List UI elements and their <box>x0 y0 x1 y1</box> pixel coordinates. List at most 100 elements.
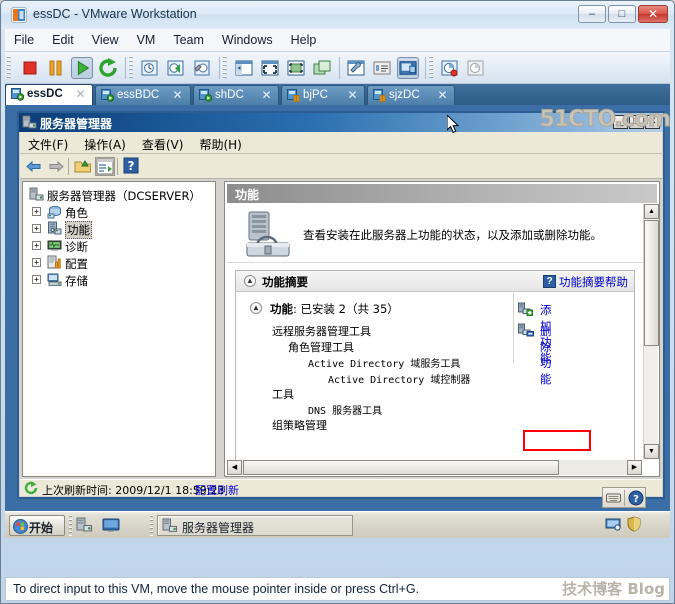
menu-windows[interactable]: Windows <box>213 29 282 50</box>
scroll-up-arrow[interactable]: ▲ <box>644 204 659 219</box>
toolbar-separator <box>219 57 220 79</box>
team-disconnect-icon[interactable] <box>465 57 487 79</box>
security-shield-icon[interactable] <box>626 516 642 535</box>
vm-running-icon <box>101 89 115 102</box>
snapshot-take-icon[interactable] <box>139 57 161 79</box>
help-question-icon[interactable]: ? <box>543 275 556 288</box>
vmware-close-button[interactable]: ✕ <box>638 5 668 23</box>
vm-tab-close-icon[interactable]: ✕ <box>436 88 449 103</box>
vm-tab-label: bjPC <box>303 89 328 101</box>
features-summary-header[interactable]: ▲ 功能摘要 ? 功能摘要帮助 <box>236 271 634 292</box>
show-desktop-icon[interactable] <box>102 516 120 534</box>
network-icon[interactable] <box>605 516 622 535</box>
snapshot-manager-icon[interactable] <box>191 57 213 79</box>
show-sidebar-icon[interactable] <box>233 57 255 79</box>
vmware-toolbar <box>5 52 670 84</box>
vm-tab-close-icon[interactable]: ✕ <box>171 88 184 103</box>
vm-console-icon[interactable] <box>397 57 419 79</box>
vm-tab-sjzdc[interactable]: sjzDC ✕ <box>367 85 455 105</box>
toolbar-separator <box>68 158 69 175</box>
fullscreen-icon[interactable] <box>259 57 281 79</box>
chevron-up-icon[interactable]: ▲ <box>244 275 256 287</box>
unity-icon[interactable] <box>311 57 333 79</box>
quick-switch-icon[interactable] <box>285 57 307 79</box>
toolbar-grip[interactable] <box>129 56 133 80</box>
features-summary-help-link[interactable]: 功能摘要帮助 <box>559 274 628 290</box>
scroll-left-arrow[interactable]: ◀ <box>227 460 242 475</box>
help-blue-icon[interactable]: ? <box>628 490 644 509</box>
scroll-right-arrow[interactable]: ▶ <box>627 460 642 475</box>
suspend-icon[interactable] <box>45 57 67 79</box>
toolbar-grip[interactable] <box>7 56 11 80</box>
menu-view[interactable]: View <box>83 29 128 50</box>
menu-help[interactable]: Help <box>282 29 326 50</box>
tree-expander-roles[interactable]: + <box>32 207 41 216</box>
power-on-icon[interactable] <box>71 57 93 79</box>
show-hide-console-tree-icon[interactable] <box>95 157 115 176</box>
menu-vm[interactable]: VM <box>128 29 165 50</box>
tree-expander-storage[interactable]: + <box>32 275 41 284</box>
menu-file[interactable]: File <box>5 29 43 50</box>
up-folder-icon[interactable] <box>73 157 93 176</box>
vm-tab-essdc[interactable]: essDC ✕ <box>5 84 93 105</box>
server-manager-quicklaunch-icon[interactable] <box>75 516 93 534</box>
add-feature-icon <box>518 302 535 317</box>
snapshot-revert-icon[interactable] <box>165 57 187 79</box>
vm-settings-icon[interactable] <box>345 57 367 79</box>
server-manager-icon <box>22 115 37 130</box>
toolbar-grip[interactable] <box>223 56 227 80</box>
storage-icon <box>47 272 62 287</box>
scrollbar-thumb[interactable] <box>644 220 659 346</box>
vm-tab-close-icon[interactable]: ✕ <box>346 88 359 103</box>
forward-arrow-icon[interactable] <box>46 157 66 176</box>
svg-text:?: ? <box>633 494 639 505</box>
mmc-menu-file[interactable]: 文件(F) <box>20 132 76 156</box>
scroll-down-arrow[interactable]: ▼ <box>644 444 659 459</box>
menu-team[interactable]: Team <box>164 29 213 50</box>
detail-vertical-scrollbar[interactable]: ▲ ▼ <box>643 204 659 459</box>
start-button[interactable]: 开始 <box>9 515 65 536</box>
vm-tab-essbdc[interactable]: essBDC ✕ <box>95 85 191 105</box>
mmc-menu-action[interactable]: 操作(A) <box>76 132 134 156</box>
tool-separator <box>624 490 625 506</box>
detail-pane-header: 功能 <box>227 184 657 203</box>
console-tree-pane[interactable]: 服务器管理器（DCSERVER） + 角色 + 功能 + 诊断 + 配置 + 存… <box>22 181 216 477</box>
tree-expander-features[interactable]: + <box>32 224 41 233</box>
windows-desktop[interactable]: 服务器管理器 _ □ ✕ 文件(F) 操作(A) 查看(V) 帮助(H) ? 服… <box>5 105 670 538</box>
toolbar-grip[interactable] <box>429 56 433 80</box>
vm-tab-close-icon[interactable]: ✕ <box>74 87 87 102</box>
help-icon[interactable]: ? <box>122 157 142 176</box>
vmware-window-title: essDC - VMware Workstation <box>33 7 197 21</box>
mmc-menu-view[interactable]: 查看(V) <box>134 132 192 156</box>
vm-tab-close-icon[interactable]: ✕ <box>260 88 273 103</box>
configure-refresh-link[interactable]: 配置刷新 <box>195 482 239 498</box>
vm-guest-screen[interactable]: 服务器管理器 _ □ ✕ 文件(F) 操作(A) 查看(V) 帮助(H) ? 服… <box>5 105 670 538</box>
vmware-maximize-button[interactable]: □ <box>608 5 636 23</box>
vm-summary-icon[interactable] <box>371 57 393 79</box>
team-connect-icon[interactable] <box>439 57 461 79</box>
onscreen-keyboard-icon[interactable] <box>606 491 621 508</box>
taskbar-item-server-manager[interactable]: 服务器管理器 <box>157 515 353 536</box>
vmware-menu-bar: File Edit View VM Team Windows Help <box>5 29 670 52</box>
vm-suspended-icon <box>287 89 300 102</box>
mmc-menu-help[interactable]: 帮助(H) <box>191 132 249 156</box>
windows-logo-icon <box>13 519 28 537</box>
start-button-label: 开始 <box>29 521 54 535</box>
toolbar-separator <box>117 158 118 175</box>
tree-expander-configuration[interactable]: + <box>32 258 41 267</box>
vm-running-icon <box>11 88 25 101</box>
detail-horizontal-scrollbar[interactable]: ◀ ▶ <box>227 460 642 475</box>
chevron-up-icon[interactable]: ▲ <box>250 302 262 314</box>
reset-icon[interactable] <box>97 57 119 79</box>
vm-tab-shdc[interactable]: shDC ✕ <box>193 85 279 105</box>
back-arrow-icon[interactable] <box>24 157 44 176</box>
tree-expander-diagnostics[interactable]: + <box>32 241 41 250</box>
power-off-icon[interactable] <box>19 57 41 79</box>
vmware-minimize-button[interactable]: – <box>578 5 606 23</box>
scrollbar-thumb[interactable] <box>243 460 559 475</box>
vm-tab-bjpc[interactable]: bjPC ✕ <box>281 85 365 105</box>
vmware-hint-text: To direct input to this VM, move the mou… <box>13 582 420 596</box>
pane-splitter[interactable] <box>217 181 223 477</box>
menu-edit[interactable]: Edit <box>43 29 83 50</box>
detail-intro-area: 查看安装在此服务器上功能的状态，以及添加或删除功能。 <box>227 205 643 263</box>
